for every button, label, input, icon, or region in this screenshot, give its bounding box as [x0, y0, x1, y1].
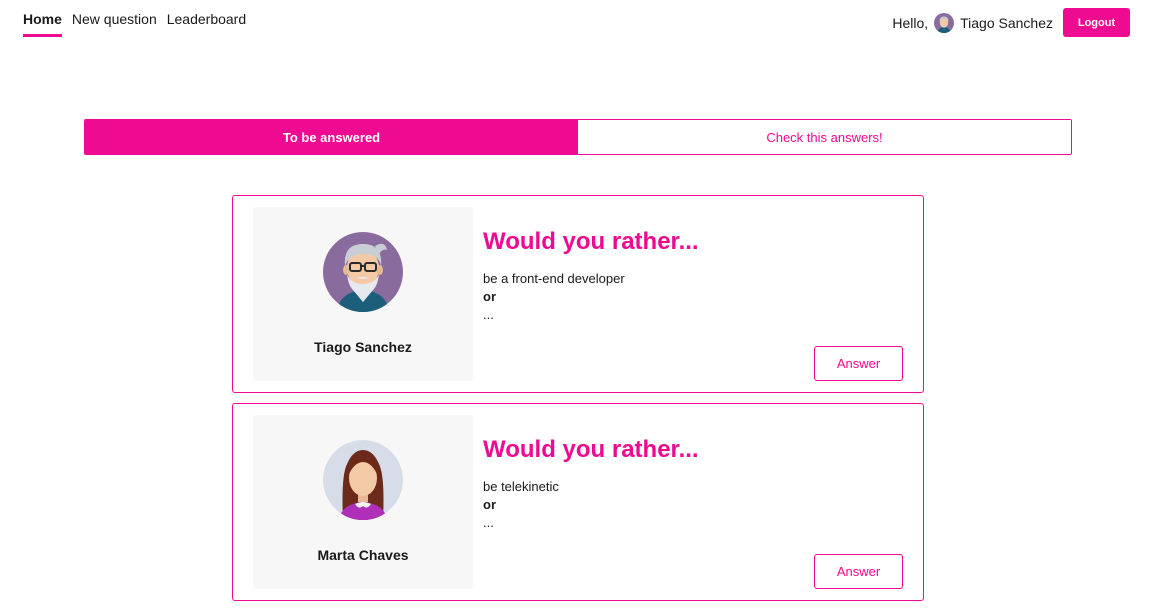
tab-to-be-answered[interactable]: To be answered	[85, 120, 578, 154]
question-tabs: To be answered Check this answers!	[84, 119, 1072, 155]
option-one-text: be a front-end developer	[483, 271, 625, 286]
user-area: Hello, Tiago Sanchez Logout	[892, 8, 1130, 37]
author-name: Tiago Sanchez	[314, 339, 412, 355]
author-name: Marta Chaves	[317, 547, 409, 563]
answer-button[interactable]: Answer	[814, 346, 903, 381]
or-label: or	[483, 497, 496, 512]
top-navigation: Home New question Leaderboard Hello, Tia…	[0, 0, 1152, 44]
username-label: Tiago Sanchez	[960, 14, 1053, 31]
greeting-text: Hello,	[892, 14, 929, 31]
nav-home[interactable]: Home	[23, 10, 62, 37]
old-man-avatar-icon	[323, 232, 403, 312]
tab-answered[interactable]: Check this answers!	[578, 120, 1071, 154]
question-content: Would you rather... be telekinetic or ..…	[483, 432, 903, 531]
nav-links: Home New question Leaderboard	[23, 10, 246, 37]
question-card: Marta Chaves Would you rather... be tele…	[232, 403, 924, 601]
question-content: Would you rather... be a front-end devel…	[483, 224, 903, 323]
nav-new-question[interactable]: New question	[72, 10, 157, 37]
woman-avatar-icon	[323, 440, 403, 520]
author-panel: Tiago Sanchez	[253, 207, 473, 381]
author-panel: Marta Chaves	[253, 415, 473, 589]
option-two-placeholder: ...	[483, 307, 494, 322]
option-one-text: be telekinetic	[483, 479, 559, 494]
old-man-avatar-icon	[934, 12, 955, 33]
logout-button[interactable]: Logout	[1063, 8, 1130, 37]
nav-leaderboard[interactable]: Leaderboard	[167, 10, 246, 37]
or-label: or	[483, 289, 496, 304]
question-title: Would you rather...	[483, 436, 699, 463]
option-two-placeholder: ...	[483, 515, 494, 530]
question-title: Would you rather...	[483, 228, 699, 255]
answer-button[interactable]: Answer	[814, 554, 903, 589]
question-card: Tiago Sanchez Would you rather... be a f…	[232, 195, 924, 393]
